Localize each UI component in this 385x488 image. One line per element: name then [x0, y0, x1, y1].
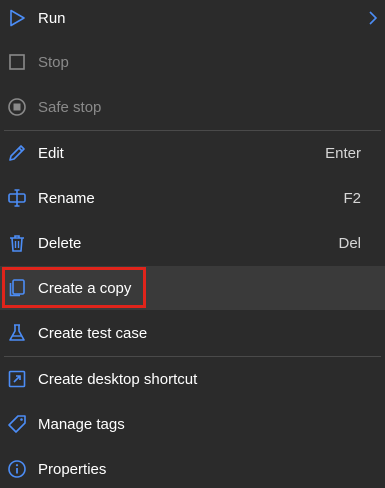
stop-square-icon: [6, 51, 28, 73]
menu-item-run[interactable]: Run: [0, 0, 385, 39]
menu-item-label: Safe stop: [38, 98, 102, 116]
trash-icon: [6, 232, 28, 254]
menu-item-label: Run: [38, 9, 66, 27]
menu-separator: [4, 356, 381, 357]
rename-icon: [6, 187, 28, 209]
info-icon: [6, 458, 28, 480]
context-menu: Run Stop Safe stop Edit Enter Rename F2: [0, 0, 385, 488]
menu-item-label: Create desktop shortcut: [38, 370, 198, 388]
safe-stop-icon: [6, 96, 28, 118]
menu-item-shortcut: Enter: [325, 144, 361, 162]
menu-item-delete[interactable]: Delete Del: [0, 222, 385, 264]
menu-item-shortcut: Del: [338, 234, 361, 252]
menu-item-label: Edit: [38, 144, 64, 162]
pencil-icon: [6, 142, 28, 164]
menu-item-label: Manage tags: [38, 415, 125, 433]
menu-item-label: Delete: [38, 234, 82, 252]
highlight-box: [2, 267, 146, 308]
menu-item-label: Properties: [38, 460, 107, 478]
menu-item-rename[interactable]: Rename F2: [0, 177, 385, 219]
menu-item-shortcut: F2: [343, 189, 361, 207]
menu-item-properties[interactable]: Properties: [0, 448, 385, 488]
tag-icon: [6, 413, 28, 435]
shortcut-icon: [6, 368, 28, 390]
chevron-right-icon: [367, 10, 379, 26]
menu-item-label: Rename: [38, 189, 95, 207]
menu-item-create-desktop-shortcut[interactable]: Create desktop shortcut: [0, 358, 385, 400]
play-icon: [6, 7, 28, 29]
menu-item-label: Stop: [38, 53, 69, 71]
menu-item-stop[interactable]: Stop: [0, 41, 385, 83]
menu-item-create-test-case[interactable]: Create test case: [0, 312, 385, 354]
menu-item-manage-tags[interactable]: Manage tags: [0, 403, 385, 445]
menu-separator: [4, 130, 381, 131]
menu-item-label: Create test case: [38, 324, 148, 342]
menu-item-safe-stop[interactable]: Safe stop: [0, 86, 385, 128]
menu-item-edit[interactable]: Edit Enter: [0, 132, 385, 174]
flask-icon: [6, 322, 28, 344]
